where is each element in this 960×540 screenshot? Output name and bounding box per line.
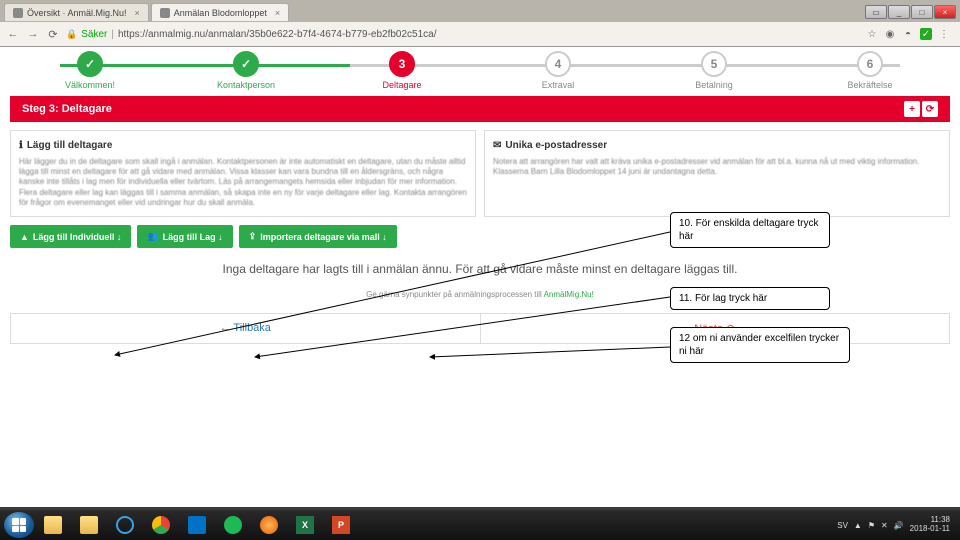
- taskbar-ie-icon[interactable]: [108, 513, 142, 537]
- refresh-icon[interactable]: ⟳: [922, 101, 938, 117]
- panel-unique-emails: ✉ Unika e-postadresser Notera att arrangö…: [484, 130, 950, 217]
- ext-icon[interactable]: ✓: [920, 28, 932, 40]
- tray-clock[interactable]: 11:38 2018-01-11: [910, 516, 950, 534]
- users-icon: 👥: [147, 231, 158, 242]
- window-group-icon[interactable]: ▭: [865, 5, 887, 19]
- info-icon: ℹ: [19, 139, 23, 153]
- step-label: Extraval: [542, 80, 575, 90]
- panel-heading: Lägg till deltagare: [27, 139, 113, 153]
- menu-icon[interactable]: ⋮: [938, 28, 950, 40]
- start-button[interactable]: [4, 512, 34, 538]
- page: ✓ Välkommen! ✓ Kontaktperson 3 Deltagare…: [0, 47, 960, 507]
- star-icon[interactable]: ☆: [866, 28, 878, 40]
- add-team-button[interactable]: 👥 Lägg till Lag ↓: [137, 225, 232, 248]
- import-template-button[interactable]: ⇪ Importera deltagare via mall ↓: [239, 225, 397, 248]
- user-icon: ▲: [20, 232, 29, 242]
- expand-icon[interactable]: +: [904, 101, 920, 117]
- tab-bar: Översikt · Anmäl.Mig.Nu! × Anmälan Blodo…: [0, 0, 960, 22]
- panel-add-participants: ℹ Lägg till deltagare Här lägger du in de…: [10, 130, 476, 217]
- browser-chrome: Översikt · Anmäl.Mig.Nu! × Anmälan Blodo…: [0, 0, 960, 47]
- taskbar-chrome-icon[interactable]: [144, 513, 178, 537]
- lock-icon: 🔒: [66, 29, 77, 40]
- taskbar: X P SV ▲ ⚑ ✕ 🔊 11:38 2018-01-11: [0, 510, 960, 540]
- info-panels: ℹ Lägg till deltagare Här lägger du in de…: [10, 130, 950, 217]
- taskbar-powerpoint-icon[interactable]: P: [324, 513, 358, 537]
- favicon: [160, 8, 170, 18]
- browser-tab[interactable]: Översikt · Anmäl.Mig.Nu! ×: [4, 3, 149, 21]
- tray-flag-icon[interactable]: ⚑: [868, 521, 875, 530]
- tab-title: Anmälan Blodomloppet: [174, 8, 267, 18]
- ext-icon[interactable]: ◉: [884, 28, 896, 40]
- step-number: 5: [701, 51, 727, 77]
- taskbar-firefox-icon[interactable]: [252, 513, 286, 537]
- panel-body: Notera att arrangören har valt att kräva…: [493, 157, 941, 178]
- step-label: Välkommen!: [65, 80, 115, 90]
- tab-close-icon[interactable]: ×: [135, 8, 140, 18]
- window-close-icon[interactable]: ×: [934, 5, 956, 19]
- secure-label: Säker: [81, 29, 107, 40]
- taskbar-excel-icon[interactable]: X: [288, 513, 322, 537]
- button-label: Lägg till Individuell ↓: [33, 232, 122, 242]
- taskbar-folder-icon[interactable]: [72, 513, 106, 537]
- tab-title: Översikt · Anmäl.Mig.Nu!: [27, 8, 127, 18]
- step-participants[interactable]: 3 Deltagare: [352, 51, 452, 90]
- step-label: Bekräftelse: [847, 80, 892, 90]
- check-icon: ✓: [77, 51, 103, 77]
- step-extras[interactable]: 4 Extraval: [508, 51, 608, 90]
- step-number: 4: [545, 51, 571, 77]
- window-minimize-icon[interactable]: _: [888, 5, 910, 19]
- taskbar-spotify-icon[interactable]: [216, 513, 250, 537]
- tray-lang[interactable]: SV: [837, 521, 848, 530]
- system-tray[interactable]: SV ▲ ⚑ ✕ 🔊 11:38 2018-01-11: [837, 516, 956, 534]
- extension-icons: ☆ ◉ ◓ ✓ ⋮: [866, 28, 950, 40]
- window-controls: ▭ _ □ ×: [865, 5, 956, 19]
- step-number: 6: [857, 51, 883, 77]
- feedback-link[interactable]: AnmälMig.Nu!: [544, 290, 594, 299]
- step-welcome[interactable]: ✓ Välkommen!: [40, 51, 140, 90]
- empty-state-message: Inga deltagare har lagts till i anmälan …: [10, 262, 950, 276]
- mail-icon: ✉: [493, 139, 501, 153]
- taskbar-outlook-icon[interactable]: [180, 513, 214, 537]
- window-maximize-icon[interactable]: □: [911, 5, 933, 19]
- import-icon: ⇪: [249, 231, 257, 242]
- check-icon: ✓: [233, 51, 259, 77]
- button-label: Importera deltagare via mall ↓: [260, 232, 387, 242]
- step-number: 3: [389, 51, 415, 77]
- tab-close-icon[interactable]: ×: [275, 8, 280, 18]
- back-icon[interactable]: ←: [6, 27, 20, 41]
- address-bar: ← → ⟳ 🔒 Säker | https://anmalmig.nu/anma…: [0, 22, 960, 46]
- section-header: Steg 3: Deltagare + ⟳: [10, 96, 950, 122]
- annotation-11: 11. För lag tryck här: [670, 287, 830, 310]
- url-box[interactable]: 🔒 Säker | https://anmalmig.nu/anmalan/35…: [66, 29, 860, 40]
- panel-heading: Unika e-postadresser: [505, 139, 607, 153]
- url-text: https://anmalmig.nu/anmalan/35b0e622-b7f…: [118, 29, 437, 40]
- back-button[interactable]: ← Tillbaka: [11, 314, 480, 343]
- step-label: Kontaktperson: [217, 80, 275, 90]
- button-label: Lägg till Lag ↓: [163, 232, 223, 242]
- step-payment[interactable]: 5 Betalning: [664, 51, 764, 90]
- tray-sound-icon[interactable]: 🔊: [894, 521, 904, 530]
- tray-network-icon[interactable]: ✕: [881, 521, 888, 530]
- ext-icon[interactable]: ◓: [902, 28, 914, 40]
- annotation-10: 10. För enskilda deltagare tryck här: [670, 212, 830, 248]
- step-label: Betalning: [695, 80, 733, 90]
- tray-up-icon[interactable]: ▲: [854, 521, 862, 530]
- add-individual-button[interactable]: ▲ Lägg till Individuell ↓: [10, 225, 131, 248]
- arrow-left-icon: ←: [220, 322, 234, 334]
- section-title: Steg 3: Deltagare: [22, 103, 112, 115]
- step-confirm[interactable]: 6 Bekräftelse: [820, 51, 920, 90]
- browser-tab[interactable]: Anmälan Blodomloppet ×: [151, 3, 289, 21]
- forward-icon[interactable]: →: [26, 27, 40, 41]
- reload-icon[interactable]: ⟳: [46, 27, 60, 41]
- favicon: [13, 8, 23, 18]
- panel-body: Här lägger du in de deltagare som skall …: [19, 157, 467, 209]
- annotation-12: 12 om ni använder excelfilen trycker ni …: [670, 327, 850, 363]
- step-label: Deltagare: [382, 80, 421, 90]
- step-contact[interactable]: ✓ Kontaktperson: [196, 51, 296, 90]
- stepper: ✓ Välkommen! ✓ Kontaktperson 3 Deltagare…: [0, 47, 960, 92]
- taskbar-explorer-icon[interactable]: [36, 513, 70, 537]
